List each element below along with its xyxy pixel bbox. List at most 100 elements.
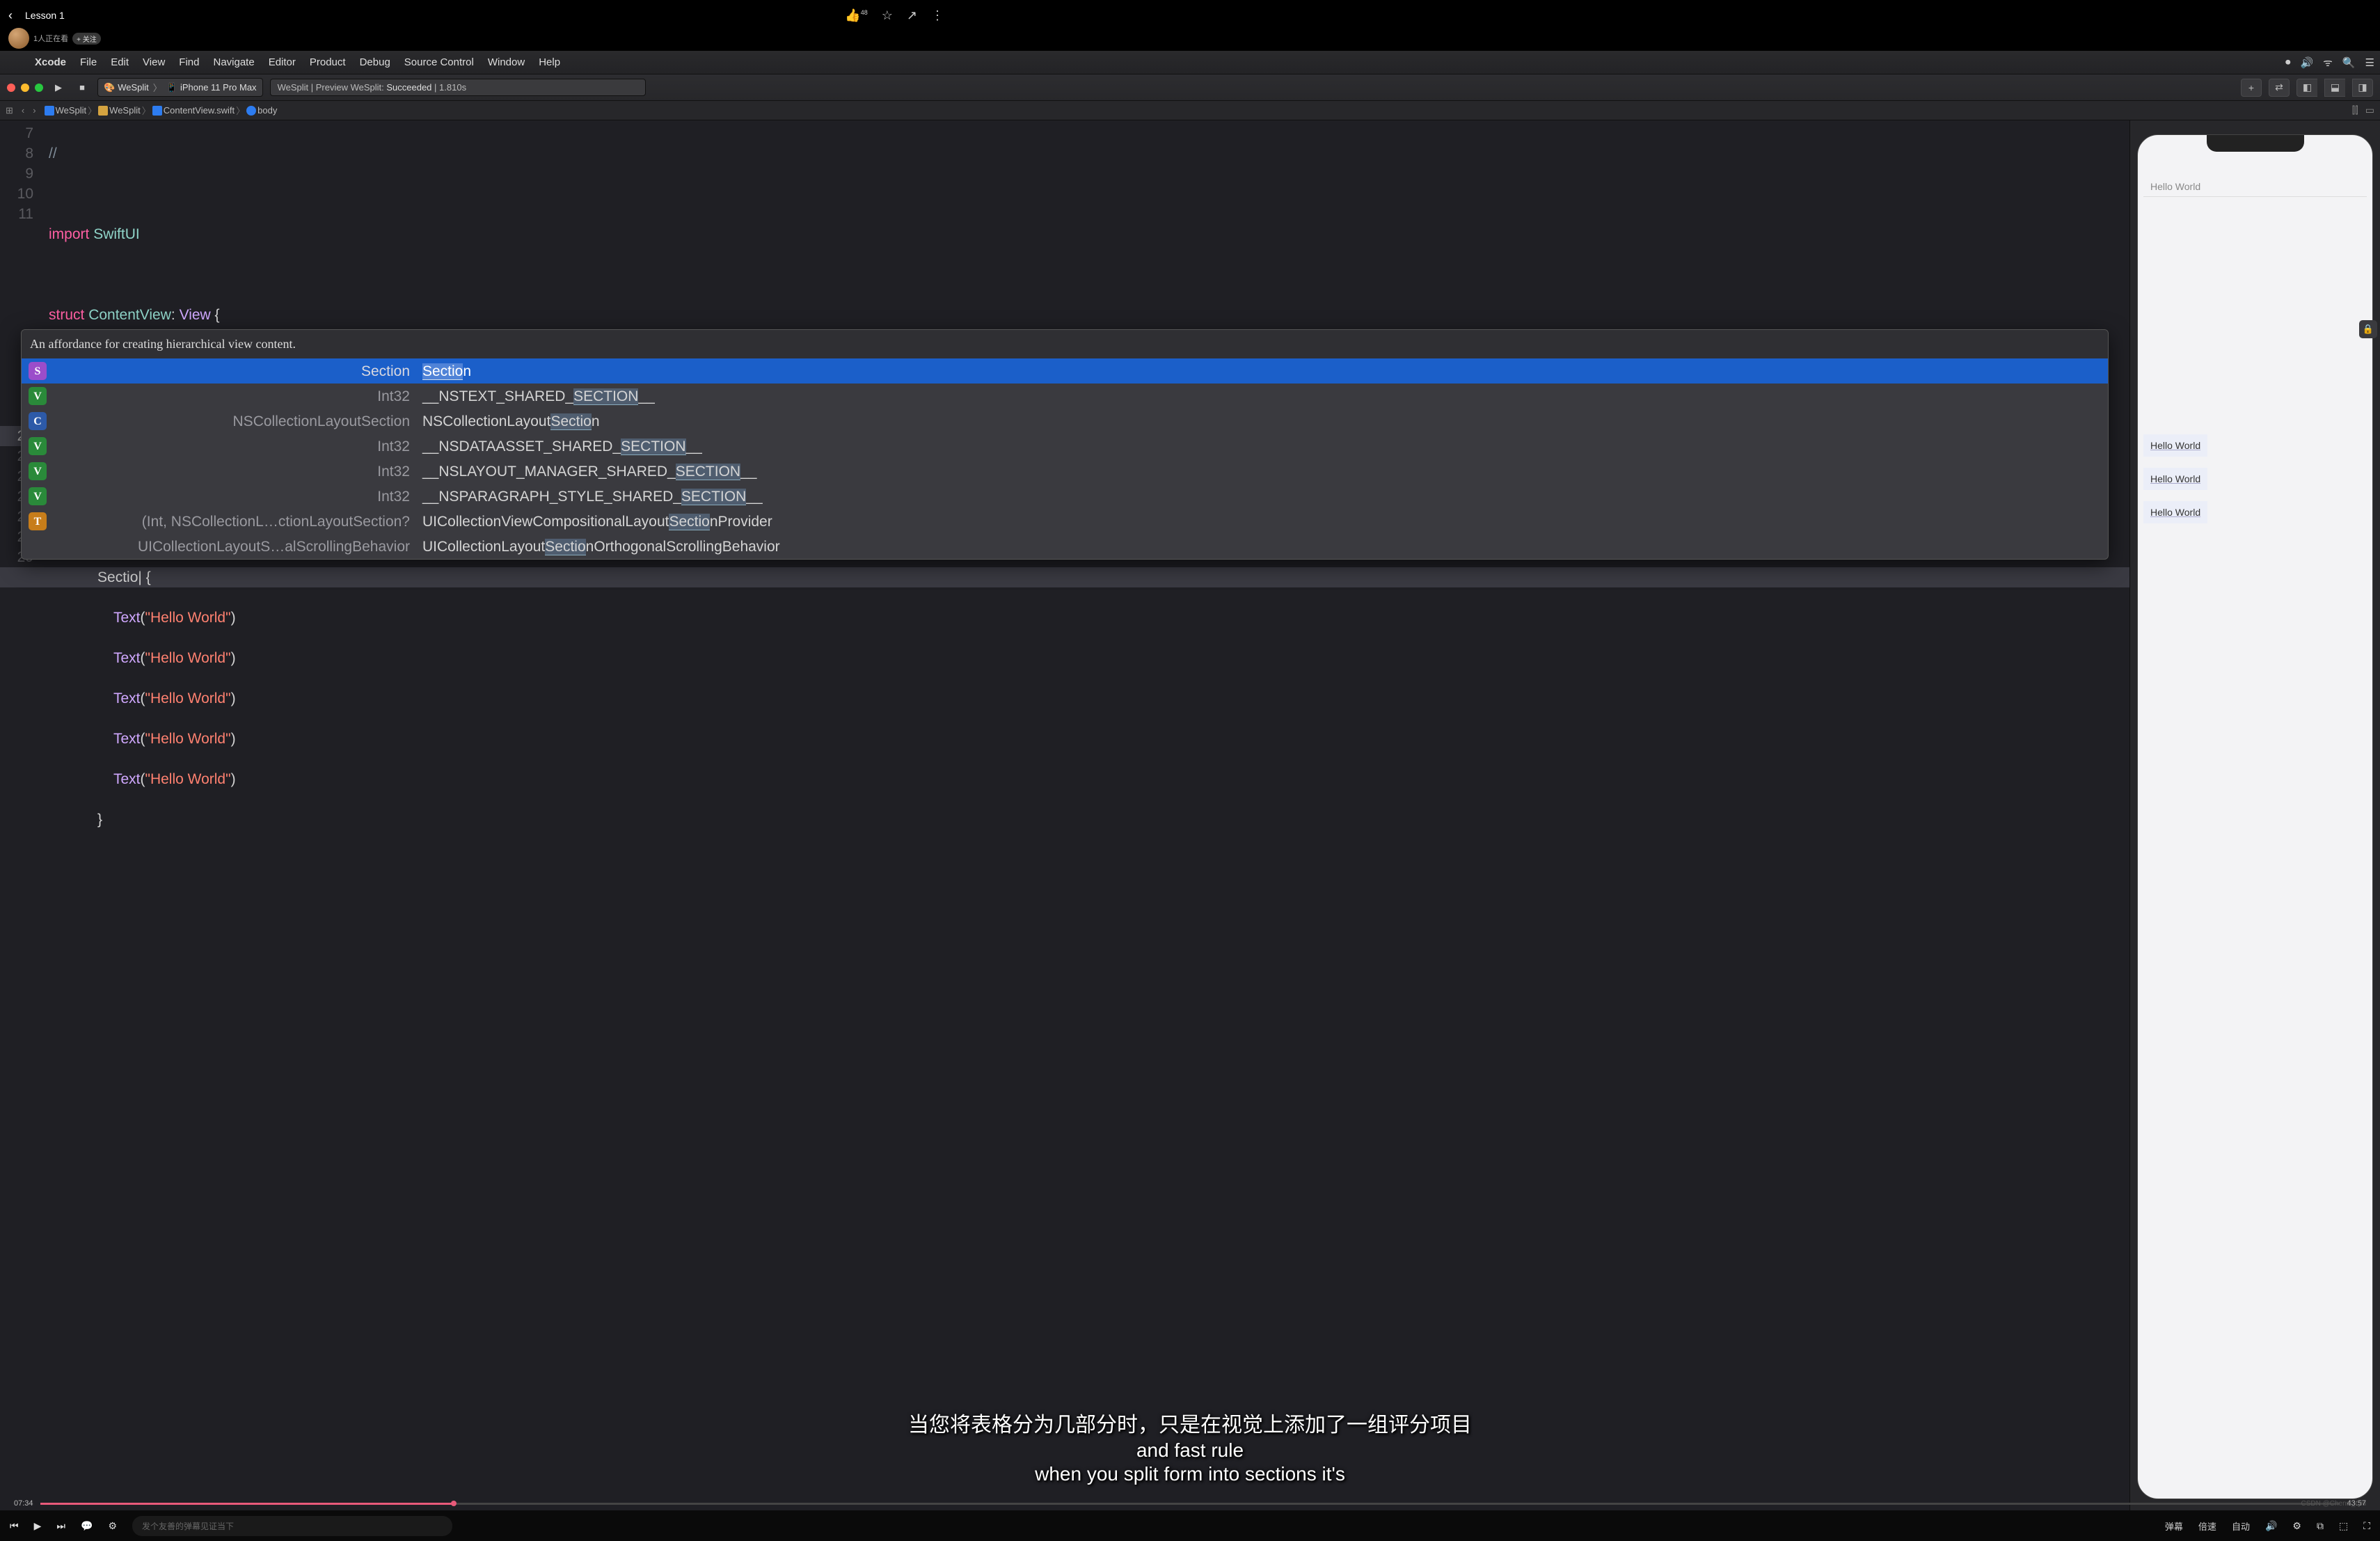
volume-icon[interactable]: 🔊 (2300, 56, 2313, 69)
subtitle-overlay: 当您将表格分为几部分时，只是在视觉上添加了一组评分项目 and fast rul… (908, 1407, 1472, 1485)
menu-view[interactable]: View (136, 56, 172, 68)
device-frame: Hello World Hello WorldHello WorldHello … (2137, 134, 2373, 1499)
play-icon[interactable]: ▶ (34, 1520, 42, 1532)
completion-name: __NSDATAASSET_SHARED_SECTION__ (422, 436, 702, 457)
menu-debug[interactable]: Debug (353, 56, 397, 68)
autocomplete-row[interactable]: T(Int, NSCollectionL…ctionLayoutSection?… (22, 509, 2108, 534)
avatar[interactable] (8, 28, 29, 49)
more-icon[interactable]: ⋮ (931, 8, 944, 23)
related-items-icon[interactable]: ⊞ (6, 105, 13, 116)
follow-button[interactable]: + 关注 (72, 33, 101, 45)
completion-name: __NSPARAGRAPH_STYLE_SHARED_SECTION__ (422, 487, 763, 507)
apple-icon[interactable] (6, 54, 22, 71)
library-button[interactable]: + (2241, 79, 2262, 97)
search-icon[interactable]: 🔍 (2342, 56, 2356, 69)
right-panel-toggle[interactable]: ◨ (2352, 79, 2373, 97)
menu-xcode[interactable]: Xcode (28, 56, 73, 68)
autocomplete-row[interactable]: C NSCollectionLayoutSection NSCollectionLa… (22, 409, 2108, 434)
subtitle-en1: and fast rule (908, 1439, 1472, 1462)
quality-button[interactable]: 自动 (2232, 1519, 2250, 1533)
kind-icon (29, 537, 47, 555)
autocomplete-popup[interactable]: An affordance for creating hierarchical … (21, 329, 2109, 560)
wifi-icon[interactable]: ᯤ (2323, 56, 2333, 70)
widescreen-icon[interactable]: ⬚ (2339, 1520, 2348, 1532)
crumb-file[interactable]: ContentView.swift (164, 105, 235, 116)
completion-name: NSCollectionLayoutSection (422, 411, 600, 432)
danmaku-input[interactable]: 发个友善的弹幕见证当下 (132, 1516, 452, 1536)
pip-icon[interactable]: ⧉ (2317, 1520, 2324, 1532)
window-controls[interactable] (7, 84, 43, 92)
code-editor[interactable]: 78910112324252627282930 // import SwiftU… (0, 120, 2129, 1541)
settings-icon[interactable]: ⚙ (2292, 1520, 2301, 1532)
kind-icon: V (29, 387, 47, 405)
preview-cell: Hello World (2143, 434, 2207, 457)
prev-icon[interactable]: ⏮ (10, 1520, 19, 1532)
bottom-panel-toggle[interactable]: ⬓ (2324, 79, 2345, 97)
menu-product[interactable]: Product (303, 56, 353, 68)
forward-nav-icon[interactable]: › (33, 105, 35, 116)
activity-status: WeSplit | Preview WeSplit: Succeeded | 1… (270, 79, 646, 96)
completion-type: Int32 (54, 487, 415, 507)
menu-find[interactable]: Find (172, 56, 206, 68)
menu-window[interactable]: Window (481, 56, 532, 68)
viewer-count-area: 1人正在看 + 关注 (8, 28, 101, 49)
seek-bar[interactable] (40, 1503, 2340, 1505)
kind-icon: T (29, 512, 47, 530)
episodes-button[interactable]: 弹幕 (2165, 1519, 2183, 1533)
left-panel-toggle[interactable]: ◧ (2296, 79, 2317, 97)
star-icon[interactable]: ☆ (882, 8, 893, 23)
kind-icon: V (29, 437, 47, 455)
crumb-symbol[interactable]: body (257, 105, 277, 116)
video-title: Lesson 1 (25, 10, 65, 21)
breadcrumb: ⊞ ‹ › WeSplit〉 WeSplit〉 ContentView.swif… (0, 101, 2380, 120)
autocomplete-row[interactable]: VInt32__NSDATAASSET_SHARED_SECTION__ (22, 434, 2108, 459)
stop-button[interactable]: ■ (74, 79, 90, 96)
autocomplete-row[interactable]: UICollectionLayoutS…alScrollingBehaviorU… (22, 534, 2108, 559)
menu-navigate[interactable]: Navigate (206, 56, 261, 68)
completion-type: NSCollectionLayoutSection (54, 411, 415, 432)
code-review-button[interactable]: ⇄ (2269, 79, 2290, 97)
screenrec-icon[interactable]: ⏺ (2285, 56, 2291, 68)
crumb-folder[interactable]: WeSplit (109, 105, 141, 116)
adjust-editor-icon[interactable]: ▭ (2365, 104, 2374, 116)
kind-icon: S (29, 362, 47, 380)
share-icon[interactable]: ↗ (907, 8, 917, 23)
menu-edit[interactable]: Edit (104, 56, 136, 68)
lock-icon[interactable]: 🔒 (2359, 320, 2377, 338)
preview-cell: Hello World (2143, 468, 2207, 490)
completion-name: __NSLAYOUT_MANAGER_SHARED_SECTION__ (422, 461, 756, 482)
fullscreen-icon[interactable]: ⛶ (2363, 1520, 2370, 1532)
editor-options-icon[interactable]: ⫿⫿ (2352, 104, 2358, 116)
autocomplete-row[interactable]: VInt32__NSPARAGRAPH_STYLE_SHARED_SECTION… (22, 484, 2108, 509)
preview-cell: Hello World (2143, 177, 2367, 197)
autocomplete-row[interactable]: VInt32__NSTEXT_SHARED_SECTION__ (22, 384, 2108, 409)
completion-name: UICollectionLayoutSectionOrthogonalScrol… (422, 537, 780, 557)
scheme-selector[interactable]: 🎨WeSplit〉📱iPhone 11 Pro Max (97, 78, 263, 97)
device-notch (2207, 135, 2304, 152)
autocomplete-row[interactable]: SSectionSection (22, 358, 2108, 384)
autocomplete-row[interactable]: VInt32__NSLAYOUT_MANAGER_SHARED_SECTION_… (22, 459, 2108, 484)
subtitle-en2: when you split form into sections it's (908, 1463, 1472, 1485)
crumb-root[interactable]: WeSplit (56, 105, 87, 116)
control-center-icon[interactable]: ☰ (2365, 56, 2374, 69)
autocomplete-hint: An affordance for creating hierarchical … (22, 330, 2108, 358)
menu-source-control[interactable]: Source Control (397, 56, 481, 68)
menu-editor[interactable]: Editor (262, 56, 303, 68)
kind-icon: C (29, 412, 47, 430)
danmaku-settings-icon[interactable]: ⚙ (108, 1520, 117, 1532)
progress-bar-area[interactable]: 07:34 43:57 (0, 1496, 2380, 1510)
back-icon[interactable]: ‹ (8, 8, 13, 23)
danmaku-toggle-icon[interactable]: 💬 (81, 1520, 93, 1532)
thumb-up-icon[interactable]: 👍48 (845, 8, 867, 23)
completion-type: Section (54, 361, 415, 381)
menu-file[interactable]: File (73, 56, 104, 68)
volume-control-icon[interactable]: 🔊 (2265, 1520, 2277, 1532)
back-nav-icon[interactable]: ‹ (22, 105, 24, 116)
watermark: CSDN @Chensi_Qiu (2301, 1500, 2366, 1508)
next-icon[interactable]: ⏭ (56, 1520, 65, 1532)
time-current: 07:34 (14, 1499, 33, 1508)
run-button[interactable]: ▶ (50, 79, 67, 96)
menu-help[interactable]: Help (532, 56, 567, 68)
completion-name: UICollectionViewCompositionalLayoutSecti… (422, 512, 772, 532)
speed-button[interactable]: 倍速 (2198, 1519, 2216, 1533)
